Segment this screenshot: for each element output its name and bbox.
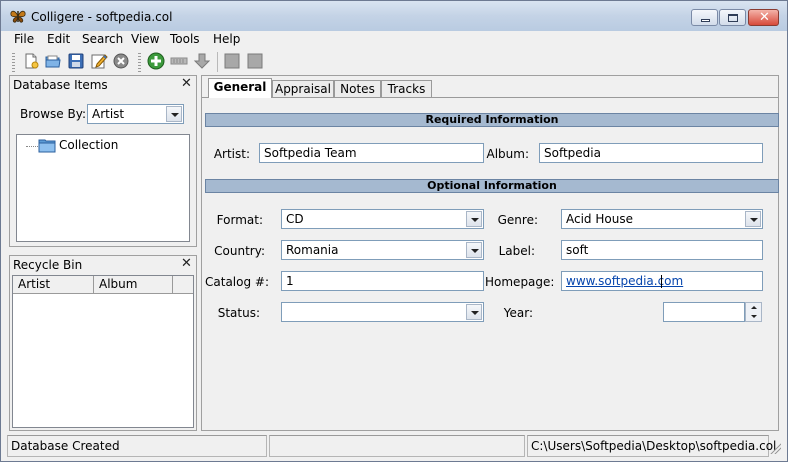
- minimize-button[interactable]: [691, 9, 718, 26]
- catalog-label: Catalog #:: [205, 275, 269, 289]
- open-folder-icon[interactable]: [44, 52, 62, 70]
- minimize-icon: [701, 19, 710, 22]
- toolbar-separator: [217, 52, 218, 72]
- column-header-album[interactable]: Album: [94, 276, 173, 294]
- genre-select[interactable]: Acid House: [561, 209, 763, 229]
- move-down-arrow-icon[interactable]: [193, 52, 211, 70]
- toolbar: [1, 49, 787, 75]
- database-items-panel: Database Items ✕ Browse By: Artist Colle…: [9, 75, 197, 247]
- year-stepper[interactable]: [663, 302, 763, 322]
- chevron-down-icon[interactable]: [466, 304, 482, 320]
- browse-by-label: Browse By:: [20, 107, 87, 121]
- menu-search[interactable]: Search: [82, 32, 123, 46]
- homepage-link[interactable]: www.softpedia.com: [566, 274, 683, 288]
- remove-icon[interactable]: [170, 52, 188, 70]
- artist-field[interactable]: Softpedia Team: [259, 143, 484, 163]
- chevron-down-icon[interactable]: [466, 211, 482, 227]
- toolbar-grip[interactable]: [12, 53, 15, 72]
- format-select[interactable]: CD: [281, 209, 484, 229]
- artist-value: Softpedia Team: [264, 146, 357, 160]
- country-select[interactable]: Romania: [281, 240, 484, 260]
- tab-appraisal[interactable]: Appraisal: [272, 80, 334, 98]
- column-header-artist[interactable]: Artist: [13, 276, 94, 294]
- text-caret: [661, 275, 662, 288]
- menu-help[interactable]: Help: [213, 32, 240, 46]
- homepage-label: Homepage:: [485, 275, 555, 289]
- maximize-icon: [728, 14, 738, 22]
- menu-view[interactable]: View: [131, 32, 159, 46]
- recycle-bin-list[interactable]: Artist Album: [12, 275, 194, 428]
- toolbar-grip-2[interactable]: [138, 53, 141, 72]
- status-file-path: C:\Users\Softpedia\Desktop\softpedia.col: [527, 435, 776, 457]
- recycle-bin-close-icon[interactable]: ✕: [181, 256, 192, 271]
- recycle-bin-title: Recycle Bin: [13, 258, 83, 272]
- add-plus-icon[interactable]: [147, 52, 165, 70]
- menu-tools[interactable]: Tools: [170, 32, 200, 46]
- butterfly-icon: [10, 10, 26, 23]
- format-label: Format:: [216, 213, 263, 227]
- tab-general[interactable]: General: [208, 78, 272, 98]
- browse-by-value: Artist: [92, 107, 125, 121]
- chevron-down-icon[interactable]: [466, 242, 482, 258]
- menu-edit[interactable]: Edit: [47, 32, 70, 46]
- album-value: Softpedia: [544, 146, 601, 160]
- country-label: Country:: [214, 244, 265, 258]
- view-2-icon[interactable]: [246, 52, 264, 70]
- view-1-icon[interactable]: [223, 52, 241, 70]
- resize-grip-icon[interactable]: [769, 442, 781, 454]
- status-label: Status:: [217, 306, 260, 320]
- format-value: CD: [286, 212, 304, 226]
- tab-tracks[interactable]: Tracks: [381, 80, 432, 98]
- save-disk-icon[interactable]: [67, 52, 85, 70]
- database-items-title: Database Items: [13, 78, 108, 92]
- menu-bar: File Edit Search View Tools Help: [1, 31, 787, 49]
- label-value: soft: [566, 243, 589, 257]
- catalog-field[interactable]: 1: [281, 271, 484, 291]
- country-value: Romania: [286, 243, 339, 257]
- title-bar: Colligere - softpedia.col ✕: [1, 1, 787, 31]
- window-title: Colligere - softpedia.col: [31, 10, 173, 24]
- tree-item-collection[interactable]: Collection: [59, 138, 118, 152]
- status-middle: [269, 435, 525, 457]
- spin-up-icon[interactable]: [751, 306, 757, 309]
- artist-label: Artist:: [213, 147, 250, 161]
- new-file-icon[interactable]: [22, 52, 40, 70]
- database-tree[interactable]: Collection: [16, 134, 190, 242]
- genre-value: Acid House: [566, 212, 633, 226]
- label-label: Label:: [498, 244, 535, 258]
- app-window: Colligere - softpedia.col ✕ File Edit Se…: [0, 0, 788, 462]
- menu-file[interactable]: File: [14, 32, 34, 46]
- year-spin-buttons[interactable]: [745, 302, 762, 322]
- recycle-bin-header: Artist Album: [13, 276, 193, 294]
- tab-notes[interactable]: Notes: [334, 80, 381, 98]
- optional-information-header: Optional Information: [205, 179, 779, 193]
- status-bar: Database Created C:\Users\Softpedia\Desk…: [1, 433, 787, 461]
- close-circle-icon[interactable]: [112, 52, 130, 70]
- year-label: Year:: [503, 306, 533, 320]
- folder-icon: [38, 139, 56, 153]
- status-message: Database Created: [7, 435, 267, 457]
- album-field[interactable]: Softpedia: [539, 143, 763, 163]
- close-button[interactable]: ✕: [748, 9, 779, 26]
- required-information-header: Required Information: [205, 113, 779, 127]
- editor-area: General Appraisal Notes Tracks Required …: [201, 75, 779, 431]
- genre-label: Genre:: [497, 213, 538, 227]
- chevron-down-icon[interactable]: [166, 106, 182, 122]
- recycle-bin-panel: Recycle Bin ✕ Artist Album: [9, 255, 197, 431]
- catalog-value: 1: [286, 274, 294, 288]
- homepage-field[interactable]: www.softpedia.com: [561, 271, 763, 291]
- tree-connector: [26, 146, 38, 147]
- close-icon: ✕: [759, 10, 770, 25]
- edit-pencil-icon[interactable]: [90, 52, 108, 70]
- database-items-close-icon[interactable]: ✕: [181, 76, 192, 91]
- label-field[interactable]: soft: [561, 240, 763, 260]
- general-tab-content: Required Information Artist: Softpedia T…: [203, 98, 779, 430]
- spin-down-icon[interactable]: [751, 315, 757, 318]
- status-select[interactable]: [281, 302, 484, 322]
- browse-by-select[interactable]: Artist: [87, 104, 184, 124]
- maximize-button[interactable]: [719, 9, 746, 26]
- year-input[interactable]: [663, 302, 745, 322]
- album-label: Album:: [486, 147, 530, 161]
- chevron-down-icon[interactable]: [745, 211, 761, 227]
